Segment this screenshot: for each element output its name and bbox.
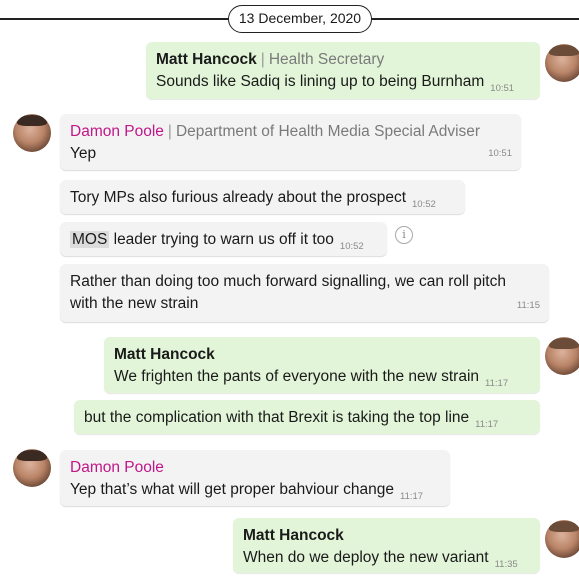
message-time: 10:51: [488, 148, 512, 159]
sender-name: Matt Hancock: [156, 51, 257, 68]
message-time: 10:52: [412, 199, 436, 210]
message-text: Tory MPs also furious already about the …: [70, 189, 407, 206]
sender-name: Matt Hancock: [114, 346, 215, 363]
message-time: 11:17: [475, 419, 499, 430]
message-bubble[interactable]: but the complication with that Brexit is…: [74, 400, 540, 434]
highlighted-word: MOS: [70, 231, 110, 248]
message-time: 10:52: [339, 241, 364, 252]
message-sender: Matt Hancock | Health Secretary: [156, 49, 530, 71]
sender-name: Damon Poole: [70, 123, 164, 140]
message-text-line: Rather than doing too much forward signa…: [70, 273, 506, 290]
message-bubble[interactable]: Damon Poole | Department of Health Media S…: [60, 114, 521, 170]
message-time: 10:51: [490, 83, 515, 94]
message-text-line: with the new strain: [70, 295, 199, 312]
message-text: leader trying to warn us off it too: [109, 231, 334, 248]
message-text: When do we deploy the new variant: [243, 549, 489, 566]
sender-role: Department of Health Media Special Advis…: [175, 123, 481, 140]
message-time: 11:15: [516, 300, 540, 311]
avatar-matt-hancock[interactable]: [545, 44, 579, 82]
message-time: 11:17: [485, 378, 509, 389]
avatar-damon-poole[interactable]: [13, 114, 51, 152]
message-bubble[interactable]: Damon Poole Yep that’s what will get pro…: [60, 450, 450, 506]
sender-name: Damon Poole: [70, 459, 164, 476]
message-bubble[interactable]: Matt Hancock | Health Secretary Sounds lik…: [146, 42, 540, 99]
avatar-damon-poole[interactable]: [13, 449, 51, 487]
message-bubble[interactable]: MOS leader trying to warn us off it too 1…: [60, 222, 387, 256]
avatar-matt-hancock[interactable]: [545, 337, 579, 375]
message-bubble[interactable]: Matt Hancock We frighten the pants of ev…: [104, 337, 540, 393]
message-sender: Damon Poole | Department of Health Media S…: [70, 121, 511, 143]
message-text: Yep: [70, 145, 97, 162]
sender-name: Matt Hancock: [243, 527, 344, 544]
message-bubble[interactable]: Tory MPs also furious already about the …: [60, 180, 465, 214]
sender-role: Health Secretary: [268, 51, 385, 68]
message-time: 11:17: [400, 491, 424, 502]
info-icon[interactable]: i: [395, 226, 413, 244]
message-bubble[interactable]: Matt Hancock When do we deploy the new v…: [233, 518, 540, 573]
separator: |: [167, 123, 172, 140]
separator: |: [260, 51, 265, 68]
message-text: but the complication with that Brexit is…: [84, 409, 470, 426]
message-text: Yep that’s what will get proper bahviour…: [70, 481, 394, 498]
message-sender: Matt Hancock: [114, 344, 530, 366]
avatar-matt-hancock[interactable]: [545, 520, 579, 558]
date-divider: 13 December, 2020: [228, 5, 372, 33]
message-bubble[interactable]: Rather than doing too much forward signa…: [60, 264, 549, 322]
message-text: We frighten the pants of everyone with t…: [114, 368, 480, 385]
message-sender: Matt Hancock: [243, 525, 530, 547]
message-text: Sounds like Sadiq is lining up to being …: [156, 73, 485, 90]
message-sender: Damon Poole: [70, 457, 440, 479]
